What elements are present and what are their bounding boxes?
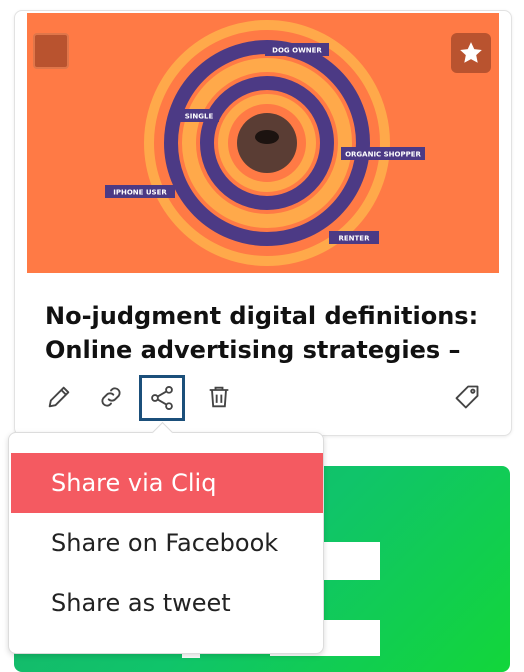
edit-icon bbox=[48, 386, 70, 408]
image-label-renter: RENTER bbox=[339, 235, 371, 243]
image-label-dog-owner: DOG OWNER bbox=[272, 47, 322, 55]
article-card[interactable]: DOG OWNER SINGLE ORGANIC SHOPPER IPHONE … bbox=[14, 10, 512, 436]
trash-icon bbox=[209, 386, 229, 408]
tag-icon bbox=[455, 385, 479, 409]
share-icon bbox=[151, 385, 173, 411]
delete-button[interactable] bbox=[203, 381, 235, 413]
share-as-tweet-item[interactable]: Share as tweet bbox=[11, 573, 323, 633]
image-label-single: SINGLE bbox=[185, 113, 214, 121]
select-checkbox[interactable] bbox=[33, 33, 69, 69]
share-via-cliq-item[interactable]: Share via Cliq bbox=[11, 453, 323, 513]
article-thumbnail[interactable]: DOG OWNER SINGLE ORGANIC SHOPPER IPHONE … bbox=[27, 13, 499, 273]
card-actions bbox=[15, 375, 511, 425]
favorite-button[interactable] bbox=[451, 33, 491, 73]
edit-button[interactable] bbox=[43, 381, 75, 413]
image-label-iphone-user: IPHONE USER bbox=[113, 189, 167, 197]
copy-link-button[interactable] bbox=[95, 381, 127, 413]
share-menu: Share via Cliq Share on Facebook Share a… bbox=[8, 421, 324, 654]
star-icon bbox=[460, 42, 482, 63]
link-icon bbox=[101, 387, 121, 407]
article-title[interactable]: No-judgment digital definitions: Online … bbox=[45, 299, 495, 367]
share-on-facebook-item[interactable]: Share on Facebook bbox=[11, 513, 323, 573]
tag-button[interactable] bbox=[451, 381, 483, 413]
share-button[interactable] bbox=[139, 375, 185, 421]
image-label-organic-shopper: ORGANIC SHOPPER bbox=[345, 151, 421, 159]
